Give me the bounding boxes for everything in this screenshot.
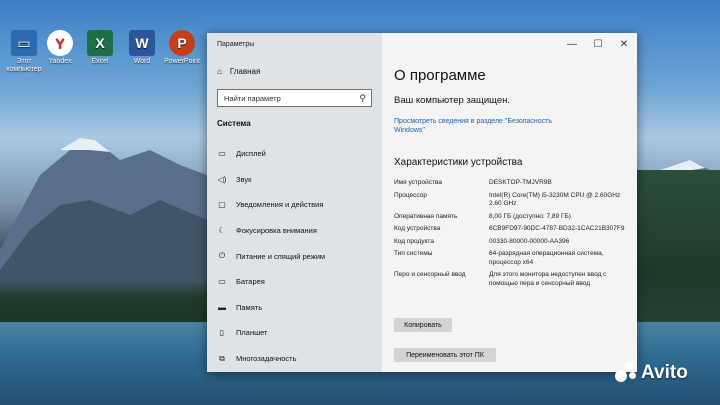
page-title: О программе [394,67,486,84]
focus-assist-icon: ☾ [218,226,226,236]
settings-window: Параметры ⌂ Главная Найти параметр ⚲ Сис… [207,33,637,372]
excel-icon: X [87,30,113,56]
security-details-link[interactable]: Просмотреть сведения в разделе "Безопасн… [394,117,579,135]
sidebar-item-sound[interactable]: ◁) Звук [217,167,377,193]
spec-key: Процессор [394,191,427,199]
display-icon: ▭ [218,149,226,159]
settings-sidebar: Параметры ⌂ Главная Найти параметр ⚲ Сис… [207,33,382,372]
about-panel: — ☐ ✕ О программе Ваш компьютер защищен.… [382,33,637,372]
avito-watermark: Avito [615,362,688,384]
home-icon: ⌂ [217,67,222,76]
avito-logo-icon [615,362,637,384]
sidebar-item-tablet[interactable]: ▯ Планшет [217,320,377,346]
computer-icon: ▭ [11,30,37,56]
spec-key: Перо и сенсорный ввод [394,271,466,278]
sidebar-item-display[interactable]: ▭ Дисплей [217,141,377,167]
search-input[interactable]: Найти параметр ⚲ [217,89,372,107]
spec-value: 00330-80000-00000-AA396 [489,237,570,245]
section-title: Система [217,119,251,128]
word-icon: W [129,30,155,56]
battery-icon: ▭ [218,277,226,287]
desktop-icon-yandex[interactable]: Y Yandex [38,30,82,66]
spec-value: 8,00 ГБ (доступно: 7,89 ГБ) [489,212,571,220]
spec-row-processor: Процессор Intel(R) Core(TM) i5-3230M CPU… [394,192,634,209]
sidebar-item-label: Батарея [236,277,265,287]
spec-row-product-id: Код продукта 00330-80000-00000-AA396 [394,238,634,247]
sidebar-item-label: Питание и спящий режим [236,251,326,261]
desktop-icon-label: PowerPoint [164,58,200,65]
forest-right [635,170,720,340]
protection-status: Ваш компьютер защищен. [394,95,511,106]
sidebar-item-battery[interactable]: ▭ Батарея [217,269,377,295]
sidebar-item-label: Многозадачность [236,354,297,364]
yandex-browser-icon: Y [47,30,73,56]
spec-row-system-type: Тип системы 64-разрядная операционная си… [394,250,634,267]
sidebar-item-multitasking[interactable]: ⧉ Многозадачность [217,346,377,372]
spec-key: Код продукта [394,237,434,245]
rename-pc-button[interactable]: Переименовать этот ПК [394,348,496,362]
desktop-icon-label: Word [133,58,151,65]
copy-button[interactable]: Копировать [394,318,452,332]
storage-icon: ▬ [218,302,226,312]
sidebar-item-label: Планшет [236,328,268,338]
spec-row-ram: Оперативная память 8,00 ГБ (доступно: 7,… [394,213,634,222]
spec-key: Код устройства [394,225,441,232]
home-nav-item[interactable]: ⌂ Главная [217,67,260,76]
spec-value: 6CB9FD97-90DC-4787-BD32-1CAC21B307F9 [489,225,625,232]
desktop-icon-label: Yandex [48,58,72,65]
watermark-text: Avito [641,362,688,383]
minimize-button[interactable]: — [559,33,585,55]
sidebar-item-focus-assist[interactable]: ☾ Фокусировка внимания [217,218,377,244]
spec-value: 64-разрядная операционная система, проце… [489,250,604,266]
spec-key: Имя устройства [394,179,442,186]
search-placeholder: Найти параметр [224,94,281,103]
device-specs-heading: Характеристики устройства [394,157,523,168]
tablet-icon: ▯ [219,328,225,338]
device-specs-table: Имя устройства DESKTOP-TMJVR9B Процессор… [394,179,634,292]
sidebar-item-label: Фокусировка внимания [236,226,317,236]
desktop-icon-label: Excel [91,58,109,65]
desktop-icon-word[interactable]: W Word [120,30,164,66]
notifications-icon: ▢ [218,200,226,210]
window-title: Параметры [217,41,255,48]
spec-row-pen-touch: Перо и сенсорный ввод Для этого монитора… [394,271,634,288]
spec-row-device-name: Имя устройства DESKTOP-TMJVR9B [394,179,634,188]
sound-icon: ◁) [217,174,227,184]
desktop-icon-excel[interactable]: X Excel [78,30,122,66]
multitasking-icon: ⧉ [219,353,225,363]
powerpoint-icon: P [169,30,195,56]
spec-row-device-id: Код устройства 6CB9FD97-90DC-4787-BD32-1… [394,225,634,234]
power-icon: ⏻ [218,251,226,261]
sidebar-item-notifications[interactable]: ▢ Уведомления и действия [217,192,377,218]
spec-value: DESKTOP-TMJVR9B [489,179,552,186]
spec-key: Оперативная память [394,212,458,220]
spec-key: Тип системы [394,250,433,257]
sidebar-item-label: Звук [236,174,252,184]
sidebar-item-label: Память [236,302,263,312]
close-button[interactable]: ✕ [611,33,637,55]
sidebar-item-storage[interactable]: ▬ Память [217,295,377,321]
home-label: Главная [229,67,261,76]
sidebar-nav: ▭ Дисплей ◁) Звук ▢ Уведомления и действ… [217,141,377,371]
maximize-button[interactable]: ☐ [585,33,611,55]
spec-value: Intel(R) Core(TM) i5-3230M CPU @ 2.60GHz… [489,191,621,208]
sidebar-item-label: Уведомления и действия [236,200,324,210]
spec-value: Для этого монитора недоступен ввод с пом… [489,271,607,287]
desktop-icon-powerpoint[interactable]: P PowerPoint [160,30,204,66]
window-controls: — ☐ ✕ [559,33,637,55]
sidebar-item-label: Дисплей [236,149,266,159]
sidebar-item-power[interactable]: ⏻ Питание и спящий режим [217,243,377,269]
search-icon: ⚲ [359,93,366,103]
